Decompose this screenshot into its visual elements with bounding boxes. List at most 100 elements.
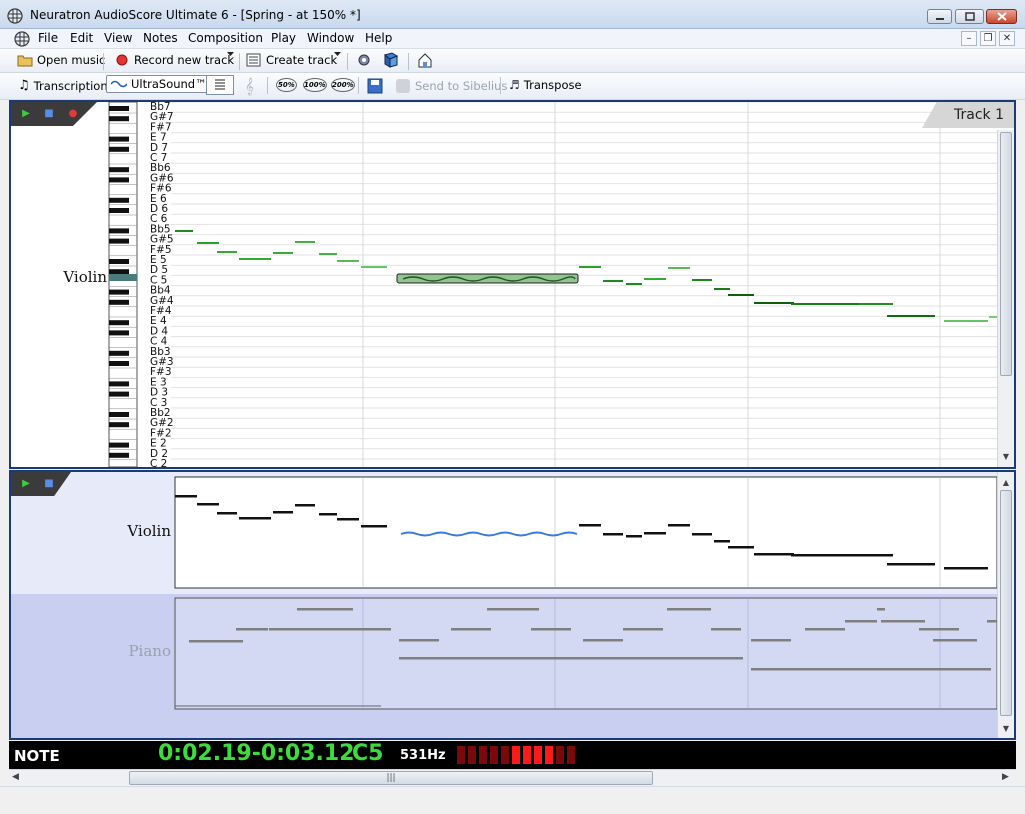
transpose-label: Transpose: [523, 78, 582, 92]
music-note-icon: ♫: [18, 78, 30, 93]
stop-icon[interactable]: ■: [44, 479, 54, 489]
zoom-100-button[interactable]: 100%: [303, 78, 327, 92]
zoom-100-label: 100%: [303, 78, 327, 92]
transcription-button[interactable]: ♫ Transcription: [18, 78, 108, 93]
scroll-down-arrow-icon[interactable]: ▼: [998, 720, 1014, 736]
black-key: [109, 197, 129, 203]
score-icon: [215, 79, 225, 90]
note-segment: [603, 280, 623, 282]
record-icon[interactable]: ●: [68, 109, 78, 119]
violin-note: [644, 532, 666, 535]
note-segment: [239, 258, 271, 260]
horizontal-scrollbar[interactable]: ◀ ||| ▶: [9, 769, 1016, 785]
piano-note: [189, 640, 243, 643]
frequency-readout: 531Hz: [400, 748, 446, 763]
violin-note: [887, 563, 935, 566]
black-key: [109, 259, 129, 264]
mdi-minimize-button[interactable]: –: [961, 31, 977, 46]
transpose-button[interactable]: ♬ Transpose: [509, 78, 582, 92]
overview-canvas[interactable]: [11, 472, 1014, 738]
zoom-200-button[interactable]: 200%: [331, 78, 355, 92]
top-vertical-scrollbar[interactable]: ▼: [997, 130, 1014, 467]
mdi-close-icon: ✕: [1002, 33, 1012, 44]
close-icon: [996, 12, 1007, 21]
mdi-restore-icon: ❐: [983, 33, 993, 44]
menu-edit[interactable]: Edit: [70, 31, 93, 45]
record-new-track-button[interactable]: Record new track: [114, 52, 234, 68]
score-view-button[interactable]: [206, 75, 234, 95]
violin-note: [295, 504, 315, 507]
black-key: [109, 106, 129, 111]
note-segment: [754, 302, 794, 304]
minimize-button[interactable]: [927, 9, 952, 24]
piano-note: [751, 668, 991, 671]
menu-notes[interactable]: Notes: [143, 31, 178, 45]
menu-window[interactable]: Window: [307, 31, 354, 45]
track-tab[interactable]: Track 1: [922, 102, 1014, 128]
menu-play[interactable]: Play: [271, 31, 296, 45]
play-icon[interactable]: ▶: [21, 479, 31, 489]
scrollbar-thumb[interactable]: |||: [129, 771, 653, 785]
black-key: [109, 350, 129, 356]
create-track-button[interactable]: Create track: [246, 52, 337, 68]
black-key: [109, 269, 129, 275]
violin-note: [754, 553, 794, 556]
grip-icon: |||: [386, 773, 396, 783]
piano-roll-canvas[interactable]: Bb7G#7F#7E 7D 7C 7Bb6G#6F#6E 6D 6C 6Bb5G…: [11, 102, 1014, 467]
bottom-vertical-scrollbar[interactable]: ▲ ▼: [997, 472, 1014, 738]
help-book-button[interactable]: [383, 52, 399, 68]
home-icon: [418, 53, 432, 68]
note-segment: [859, 303, 893, 305]
violin-note: [859, 554, 893, 557]
clef-button[interactable]: 𝄞: [245, 77, 254, 95]
window-bottom-strip: [0, 786, 1025, 814]
selected-note: [396, 273, 579, 284]
toolbar-separator: [408, 53, 409, 70]
black-key: [109, 412, 129, 417]
play-icon[interactable]: ▶: [21, 109, 31, 119]
violin-note: [273, 511, 293, 514]
violin-note: [175, 495, 197, 498]
track-tab-label: Track 1: [954, 107, 1004, 123]
settings-button[interactable]: [356, 52, 372, 68]
save-button[interactable]: [367, 78, 383, 94]
overview-panel: ▶ ■ Violin Piano ▲ ▼: [9, 470, 1016, 740]
scrollbar-thumb[interactable]: [1000, 490, 1012, 716]
close-button[interactable]: [986, 9, 1017, 24]
zoom-50-label: 50%: [276, 78, 297, 92]
violin-note: [944, 567, 988, 570]
note-segment: [197, 242, 219, 244]
toolbar-separator: [347, 53, 348, 70]
note-segment: [273, 252, 293, 254]
open-music-button[interactable]: Open music: [17, 52, 105, 68]
note-segment: [791, 303, 859, 305]
scroll-right-arrow-icon[interactable]: ▶: [1002, 772, 1009, 782]
scroll-up-arrow-icon[interactable]: ▲: [998, 474, 1014, 490]
record-dropdown-arrow[interactable]: [227, 52, 234, 57]
black-key: [109, 381, 129, 387]
mdi-restore-button[interactable]: ❐: [980, 31, 996, 46]
menu-view[interactable]: View: [104, 31, 132, 45]
zoom-50-button[interactable]: 50%: [276, 78, 297, 92]
mdi-close-button[interactable]: ✕: [999, 31, 1015, 46]
scroll-left-arrow-icon[interactable]: ◀: [12, 772, 19, 782]
chevron-down-icon: [227, 52, 234, 56]
stop-icon[interactable]: ■: [44, 109, 54, 119]
document-menu-icon[interactable]: [14, 31, 30, 47]
menu-file[interactable]: File: [38, 31, 58, 45]
mdi-minimize-icon: –: [966, 33, 972, 44]
menu-composition[interactable]: Composition: [188, 31, 263, 45]
black-key: [109, 320, 129, 326]
meter-segment: [523, 746, 531, 764]
record-icon: [116, 54, 128, 66]
piano-note: [583, 639, 623, 642]
create-track-dropdown-arrow[interactable]: [334, 52, 341, 57]
scrollbar-thumb[interactable]: [1000, 132, 1012, 376]
home-button[interactable]: [417, 52, 433, 68]
maximize-button[interactable]: [955, 9, 984, 24]
scroll-down-arrow-icon[interactable]: ▼: [998, 448, 1014, 464]
note-segment: [728, 294, 754, 296]
ultrasound-button[interactable]: UltraSound™: [106, 75, 212, 93]
send-to-sibelius-button[interactable]: Send to Sibelius: [395, 78, 507, 94]
menu-help[interactable]: Help: [365, 31, 392, 45]
